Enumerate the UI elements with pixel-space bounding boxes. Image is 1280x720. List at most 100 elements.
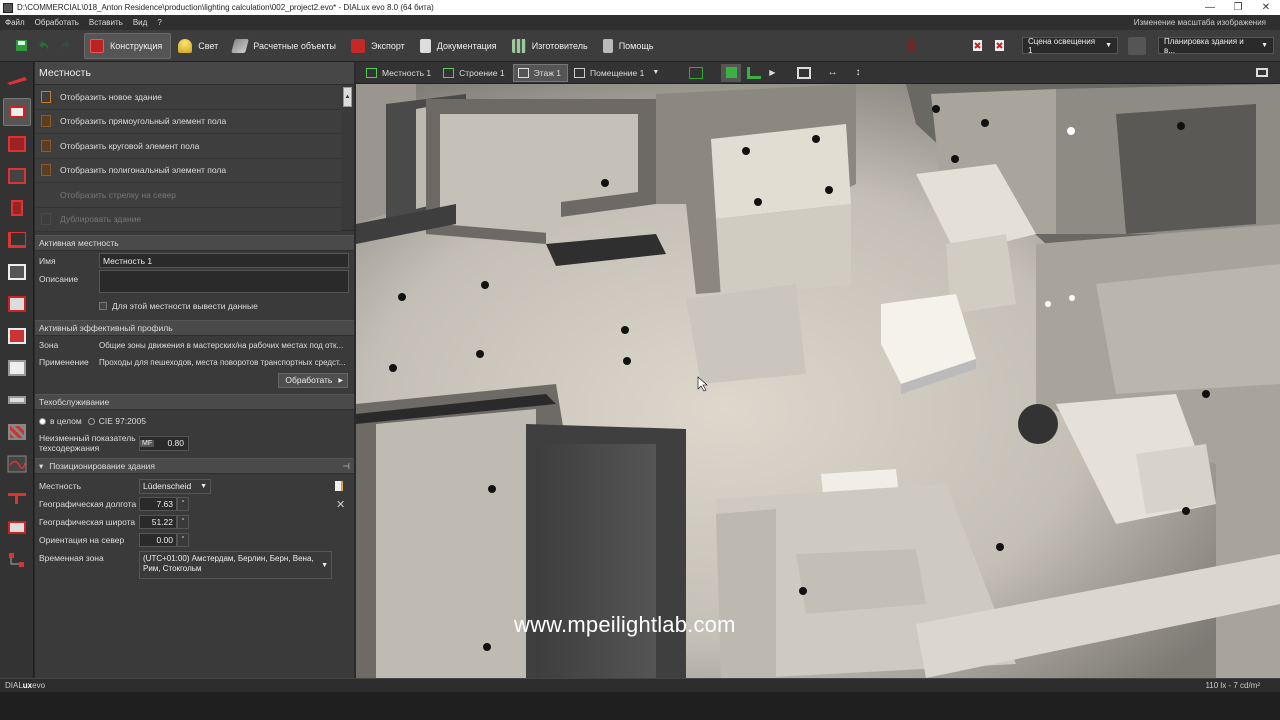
status-luminance: 110 lx - 7 cd/m² (1205, 681, 1260, 690)
lon-input[interactable]: 7.63 (139, 497, 177, 511)
site-output-checkbox[interactable] (99, 302, 107, 310)
furniture-tool-icon[interactable] (3, 354, 31, 382)
redo-icon[interactable] (56, 37, 74, 55)
menu-view[interactable]: Вид (128, 18, 152, 27)
undo-icon[interactable] (34, 37, 52, 55)
pos-site-row: Местность Lüdenscheid ▼ (35, 477, 354, 495)
save-icon[interactable] (12, 37, 30, 55)
overall-radio[interactable] (39, 417, 46, 425)
calculate-icon[interactable] (902, 37, 920, 55)
curve-tool-icon[interactable] (3, 450, 31, 478)
room-tool-icon[interactable] (3, 162, 31, 190)
pin-icon[interactable]: ⊣ (343, 461, 350, 472)
action-rect-floor[interactable]: Отобразить прямоугольный элемент пола (35, 109, 341, 134)
vertical-zoom-icon[interactable]: ↕ (855, 67, 860, 78)
profile-edit-button[interactable]: Обработать ▶ (278, 372, 348, 388)
north-input[interactable]: 0.00 (139, 533, 177, 547)
collapse-icon[interactable]: ▾ (39, 461, 43, 472)
action-list-scrollbar[interactable]: ▲ (343, 87, 352, 107)
view-tab-room[interactable]: Помещение 1 ▼ (570, 64, 665, 82)
properties-panel: Местность Отобразить новое здание Отобра… (35, 62, 354, 678)
screen-icon[interactable] (1256, 68, 1268, 77)
building-tool-icon[interactable] (3, 98, 31, 126)
maximize-button[interactable]: ❐ (1224, 2, 1252, 13)
round-floor-icon (41, 139, 51, 152)
menu-help[interactable]: ? (152, 18, 166, 27)
tab-construction[interactable]: Конструкция (84, 32, 172, 59)
site-desc-label: Описание (39, 274, 79, 284)
close-button[interactable]: ✕ (1252, 2, 1280, 13)
menu-insert[interactable]: Вставить (84, 18, 128, 27)
screen-tool-icon[interactable] (3, 514, 31, 542)
fit-view-icon[interactable] (797, 66, 812, 79)
clear-icon[interactable]: ✕ (336, 498, 345, 511)
action-new-building[interactable]: Отобразить новое здание (35, 85, 341, 110)
site-output-label: Для этой местности вывести данные (112, 301, 258, 311)
pos-site-select[interactable]: Lüdenscheid ▼ (139, 478, 211, 494)
site-tool-icon[interactable] (3, 66, 31, 94)
north-row: Ориентация на север 0.00 ° (35, 531, 354, 549)
roof-tool-icon[interactable] (3, 290, 31, 318)
storey-icon (517, 67, 529, 78)
menu-bar: Файл Обработать Вставить Вид ? Изменение… (0, 15, 1280, 30)
floor-tool-icon[interactable] (3, 226, 31, 254)
hierarchy-tool-icon[interactable] (3, 546, 31, 574)
north-unit: ° (177, 533, 189, 547)
material-tool-icon[interactable] (3, 418, 31, 446)
action-polygon-floor[interactable]: Отобразить полигональный элемент пола (35, 158, 341, 183)
action-north-arrow[interactable]: Отобразить стрелку на север (35, 183, 341, 208)
floor-view-icon[interactable] (747, 66, 762, 79)
watermark-text: www.mpeilightlab.com (514, 612, 736, 637)
view-tab-storey[interactable]: Этаж 1 (512, 63, 569, 82)
delete-results-icon[interactable] (990, 37, 1008, 55)
lat-row: Географическая широта 51.22 ° (35, 513, 354, 531)
export-icon (350, 38, 365, 53)
view-tab-site[interactable]: Местность 1 (362, 64, 437, 82)
new-building-icon (41, 90, 51, 103)
scene-settings-icon[interactable] (1128, 36, 1146, 55)
menu-file[interactable]: Файл (0, 18, 30, 27)
lon-row: Географическая долгота 7.63 ° ✕ (35, 495, 354, 513)
action-duplicate-building[interactable]: Дублировать здание (35, 207, 341, 232)
display-mode-icon[interactable] (689, 66, 704, 79)
horizontal-zoom-icon[interactable]: ↔ (827, 67, 837, 78)
panel-title: Местность (35, 62, 354, 85)
zoom-change-label[interactable]: Изменение масштаба изображения (1134, 18, 1280, 27)
tab-export[interactable]: Экспорт (346, 33, 413, 59)
ceiling-tool-icon[interactable] (3, 322, 31, 350)
view-select[interactable]: Планировка здания и в... ▼ (1158, 37, 1274, 55)
tab-manufacturer[interactable]: Изготовитель (507, 33, 596, 59)
menu-edit[interactable]: Обработать (30, 18, 84, 27)
tab-calculation-objects[interactable]: Расчетные объекты (228, 33, 344, 59)
storey-tool-icon[interactable] (3, 130, 31, 158)
site-desc-input[interactable] (99, 270, 349, 293)
wall-tool-icon[interactable] (3, 194, 31, 222)
minimize-button[interactable]: — (1196, 2, 1224, 13)
cie-radio[interactable] (87, 417, 95, 425)
tab-documentation[interactable]: Документация (415, 33, 505, 59)
solid-view-icon[interactable] (721, 63, 742, 82)
calculation-objects-icon (231, 38, 250, 53)
stop-calculation-icon[interactable] (968, 37, 986, 55)
use-row: Применение Проходы для пешеходов, места … (35, 354, 354, 370)
tab-help[interactable]: Помощь (598, 33, 662, 59)
tool-strip (0, 62, 34, 678)
document-icon[interactable] (335, 481, 343, 491)
mf-input[interactable]: MF 0.80 (139, 435, 189, 451)
render-viewport[interactable]: www.mpeilightlab.com (356, 84, 1280, 678)
bottom-area (0, 692, 1280, 720)
action-round-floor[interactable]: Отобразить круговой элемент пола (35, 134, 341, 159)
terrain-tool-icon[interactable] (3, 482, 31, 510)
lat-input[interactable]: 51.22 (139, 515, 177, 529)
tab-light[interactable]: Свет (173, 33, 226, 59)
slab-tool-icon[interactable] (3, 386, 31, 414)
tz-select[interactable]: (UTC+01:00) Амстердам, Берлин, Берн, Вен… (139, 551, 332, 579)
opening-tool-icon[interactable] (3, 258, 31, 286)
use-label: Применение (39, 357, 89, 367)
lighting-scene-select[interactable]: Сцена освещения 1 ▼ (1022, 37, 1118, 55)
play-icon[interactable]: ▶ (769, 68, 775, 77)
rendered-scene[interactable] (356, 84, 1280, 678)
site-name-input[interactable]: Местность 1 (99, 253, 349, 268)
north-label: Ориентация на север (39, 535, 125, 545)
view-tab-building[interactable]: Строение 1 (439, 64, 510, 82)
